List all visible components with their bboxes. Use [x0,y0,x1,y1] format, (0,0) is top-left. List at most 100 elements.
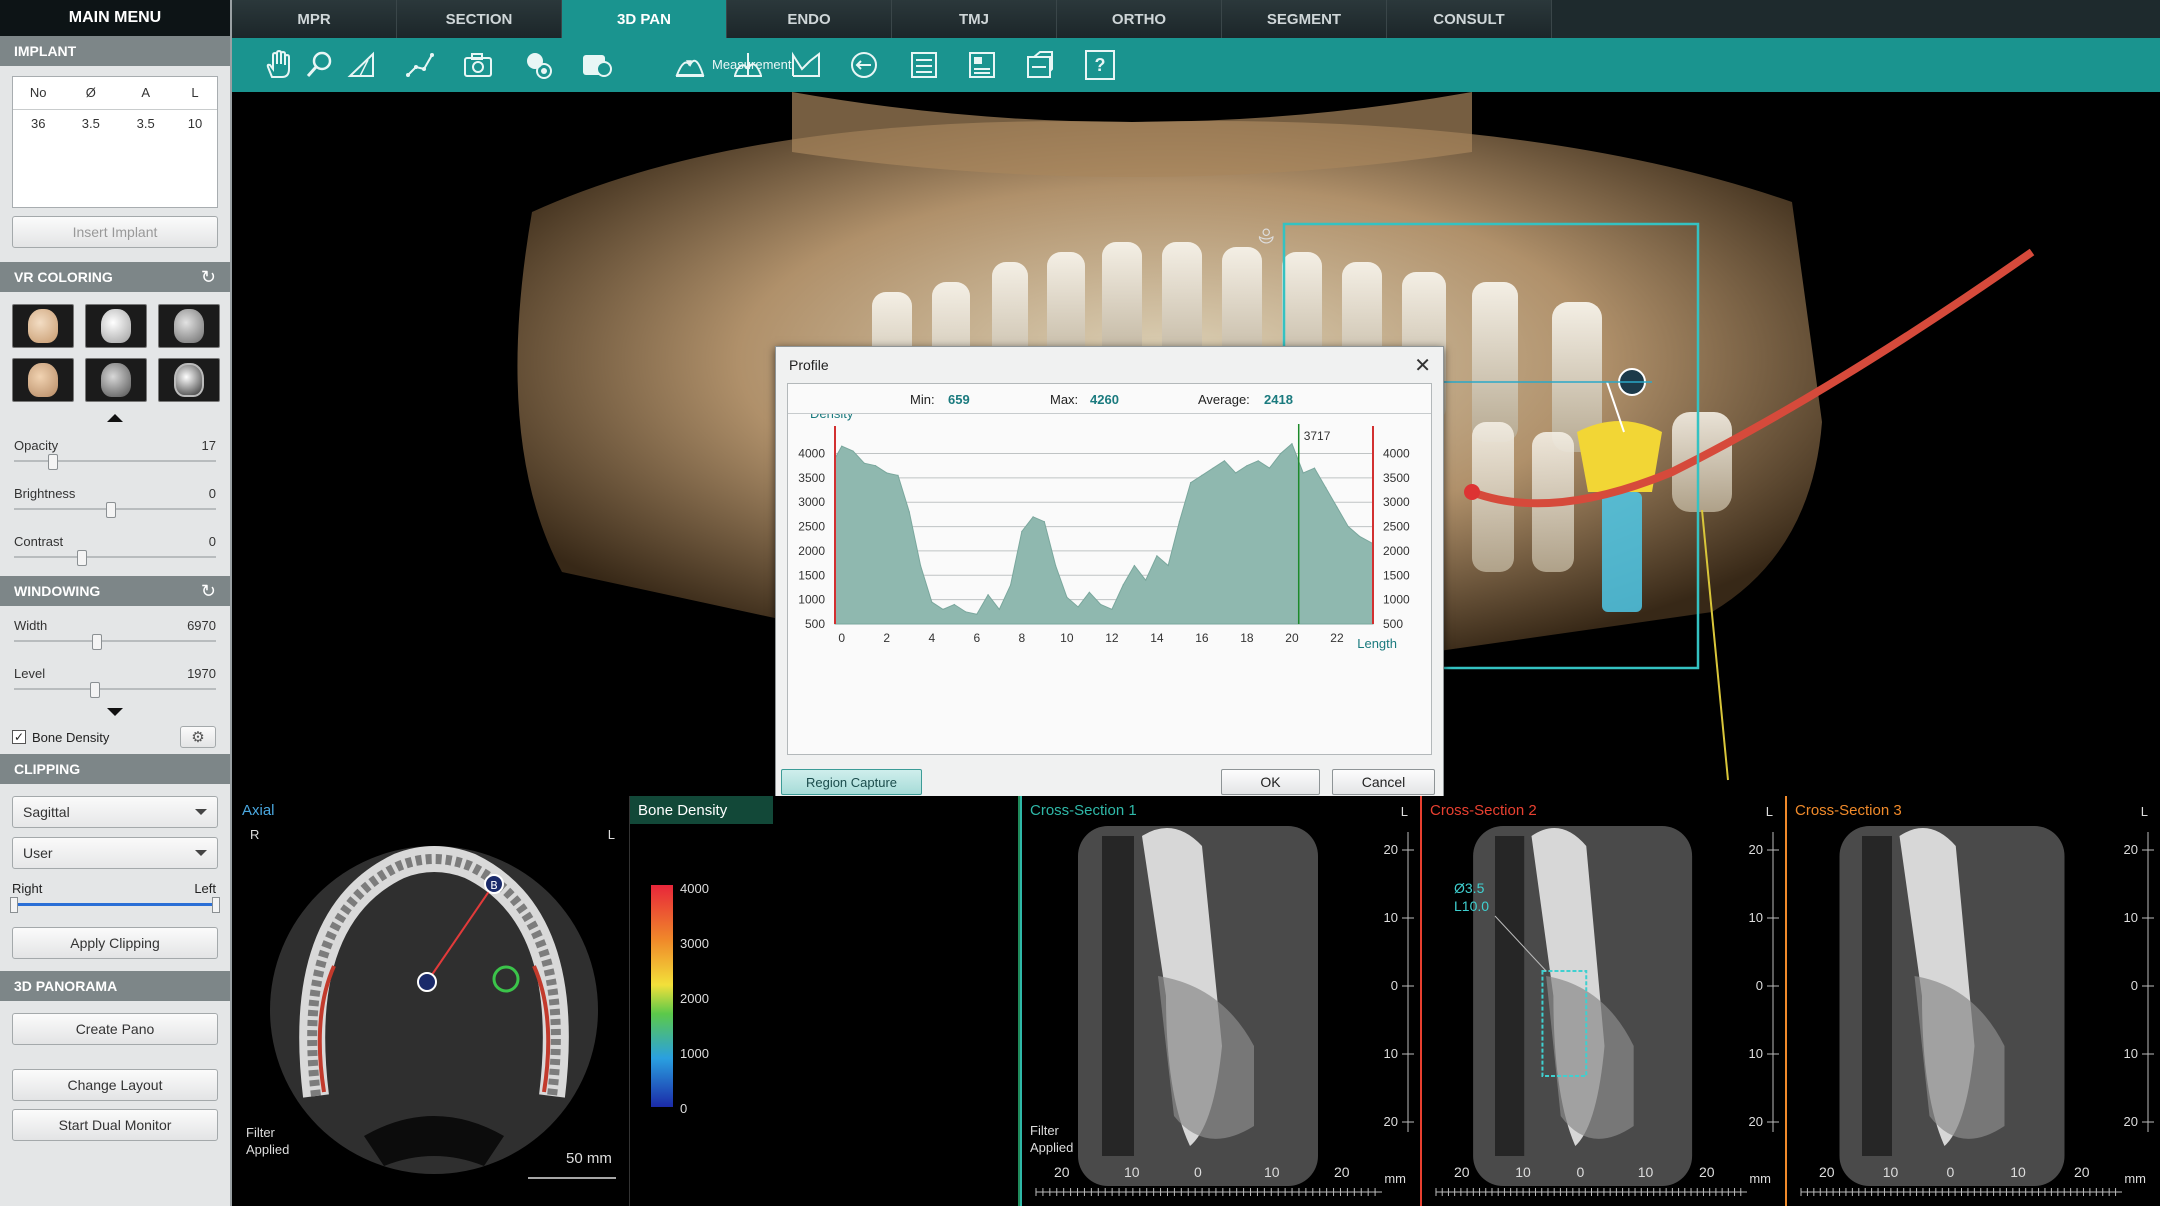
cs-horizontal-tick: 10 [1637,1164,1654,1180]
insert-implant-button[interactable]: Insert Implant [12,216,218,248]
tab-mpr[interactable]: MPR [232,0,397,38]
slider-brightness[interactable]: Brightness 0 [0,474,230,522]
clipping-plane-value: Sagittal [23,804,70,820]
slider-handle[interactable] [106,502,116,518]
main-menu-button[interactable]: MAIN MENU [0,0,230,36]
slider-value: 0 [208,534,216,549]
vr-preset-4[interactable] [12,358,74,402]
density-point [1235,472,1237,474]
vr-coloring-header: VR COLORING ↻ [0,262,230,292]
tab-segment[interactable]: SEGMENT [1222,0,1387,38]
skull-icon [174,309,204,343]
clip-handle-right[interactable] [212,897,220,913]
density-point [1156,555,1158,557]
bone-density-row: ✓ Bone Density ⚙ [0,720,230,754]
density-point [1190,482,1192,484]
chevron-down-icon [195,809,207,815]
implant-table[interactable]: No Ø A L 36 3.5 3.5 10 [12,76,218,208]
density-point [1280,452,1282,455]
collapse-arrow[interactable] [0,408,230,426]
apply-clipping-button[interactable]: Apply Clipping [12,927,218,959]
avg-label: Average: [1198,392,1250,407]
implant-row[interactable]: 36 3.5 3.5 10 [13,109,217,137]
slider-opacity[interactable]: Opacity 17 [0,426,230,474]
slider-handle[interactable] [47,454,58,470]
clipping-mode-value: User [23,845,53,861]
close-icon[interactable]: ✕ [1414,353,1431,378]
density-point [1167,564,1169,567]
export-icon[interactable] [1022,47,1058,83]
clipping-range-slider[interactable]: Right Left [0,869,230,917]
ok-button[interactable]: OK [1221,769,1320,795]
slider-width[interactable]: Width 6970 [0,606,230,654]
density-scale-label: 3000 [680,936,709,951]
chevron-down-icon [195,850,207,856]
density-point [1347,525,1349,528]
x-tick-label: 10 [1060,631,1074,645]
clip-right-label: Right [12,881,43,896]
vr-preset-6[interactable] [158,358,220,402]
tab-ortho[interactable]: ORTHO [1057,0,1222,38]
cancel-button[interactable]: Cancel [1332,769,1435,795]
clipping-plane-dropdown[interactable]: Sagittal [12,796,218,828]
sidebar: MAIN MENU IMPLANT No Ø A L 36 3.5 3.5 10 Inser… [0,0,232,1206]
undo-icon[interactable] [846,47,882,83]
slider-handle[interactable] [90,682,101,698]
camera-icon[interactable] [460,47,496,83]
volume-icon[interactable] [578,47,614,83]
implant-cell: 3.5 [136,115,155,131]
slider-contrast[interactable]: Contrast 0 [0,522,230,570]
tab-section[interactable]: SECTION [397,0,562,38]
gear-icon[interactable]: ⚙ [180,726,216,748]
change-layout-button[interactable]: Change Layout [12,1069,218,1101]
slider-handle[interactable] [92,634,103,650]
help-icon[interactable]: ? [1082,47,1118,83]
tab-tmj[interactable]: TMJ [892,0,1057,38]
cs-vertical-tick: 10 [2123,1046,2138,1061]
polyline-icon[interactable] [402,47,438,83]
face-scan-icon[interactable] [520,47,556,83]
report-icon[interactable] [906,47,942,83]
cross-section-panel-3[interactable]: Cross-Section 3 L 20 10 0 10 20 20 10 0 10 20 mm [1785,796,2160,1206]
toolbar: ? ▼ Measurement [232,38,2160,92]
start-dual-monitor-button[interactable]: Start Dual Monitor [12,1109,218,1141]
density-point [908,511,910,513]
implant-table-header: No Ø A L [13,77,217,109]
tab-3d-pan[interactable]: 3D PAN [562,0,727,38]
vr-preset-1[interactable] [12,304,74,348]
y-axis-title: Density [810,414,854,421]
region-capture-button[interactable]: Region Capture [781,769,922,795]
vr-preset-2[interactable] [85,304,147,348]
density-profile-chart[interactable]: 500 500 1000 1000 1500 1500 2000 2000 2500 2500 30… [788,414,1433,754]
measurement-dropdown[interactable]: Measurement [712,57,791,72]
vr-preset-3[interactable] [158,304,220,348]
slider-handle[interactable] [76,550,87,566]
histogram-icon[interactable] [788,47,824,83]
tab-consult[interactable]: CONSULT [1387,0,1552,38]
angle-icon[interactable] [344,47,380,83]
face-icon [28,363,58,397]
measurement-dropdown-caret[interactable]: ▼ [684,58,694,69]
create-pano-button[interactable]: Create Pano [12,1013,218,1045]
cross-section-panel-1[interactable]: Cross-Section 1 L 20 10 0 10 20 20 10 0 10 20 mm Filt… [1020,796,1420,1206]
vr-preset-5[interactable] [85,358,147,402]
y-tick-label-right: 2000 [1383,544,1410,558]
y-tick-label-right: 1000 [1383,593,1410,607]
cross-section-panel-2[interactable]: Cross-Section 2 L 20 10 0 10 20 20 10 0 10 20 mm Ø3.5… [1420,796,1785,1206]
axial-panel[interactable]: Axial R L B Filter Applied 50 mm [234,796,630,1206]
refresh-icon[interactable]: ↻ [201,581,216,602]
bone-density-checkbox[interactable]: ✓ [12,730,26,744]
density-area-series [834,442,1374,625]
clip-handle-left[interactable] [10,897,18,913]
pan-hand-icon[interactable] [260,47,296,83]
zoom-icon[interactable] [302,47,338,83]
slider-level[interactable]: Level 1970 [0,654,230,702]
clipping-mode-dropdown[interactable]: User [12,837,218,869]
tab-endo[interactable]: ENDO [727,0,892,38]
profile-stats: Min: 659 Max: 4260 Average: 2418 [788,384,1431,414]
layout-icon[interactable] [964,47,1000,83]
expand-arrow[interactable] [0,702,230,720]
cs-vertical-tick: 10 [1383,1046,1398,1061]
refresh-icon[interactable]: ↻ [201,267,216,288]
cs-vertical-tick: 20 [1748,1114,1763,1129]
